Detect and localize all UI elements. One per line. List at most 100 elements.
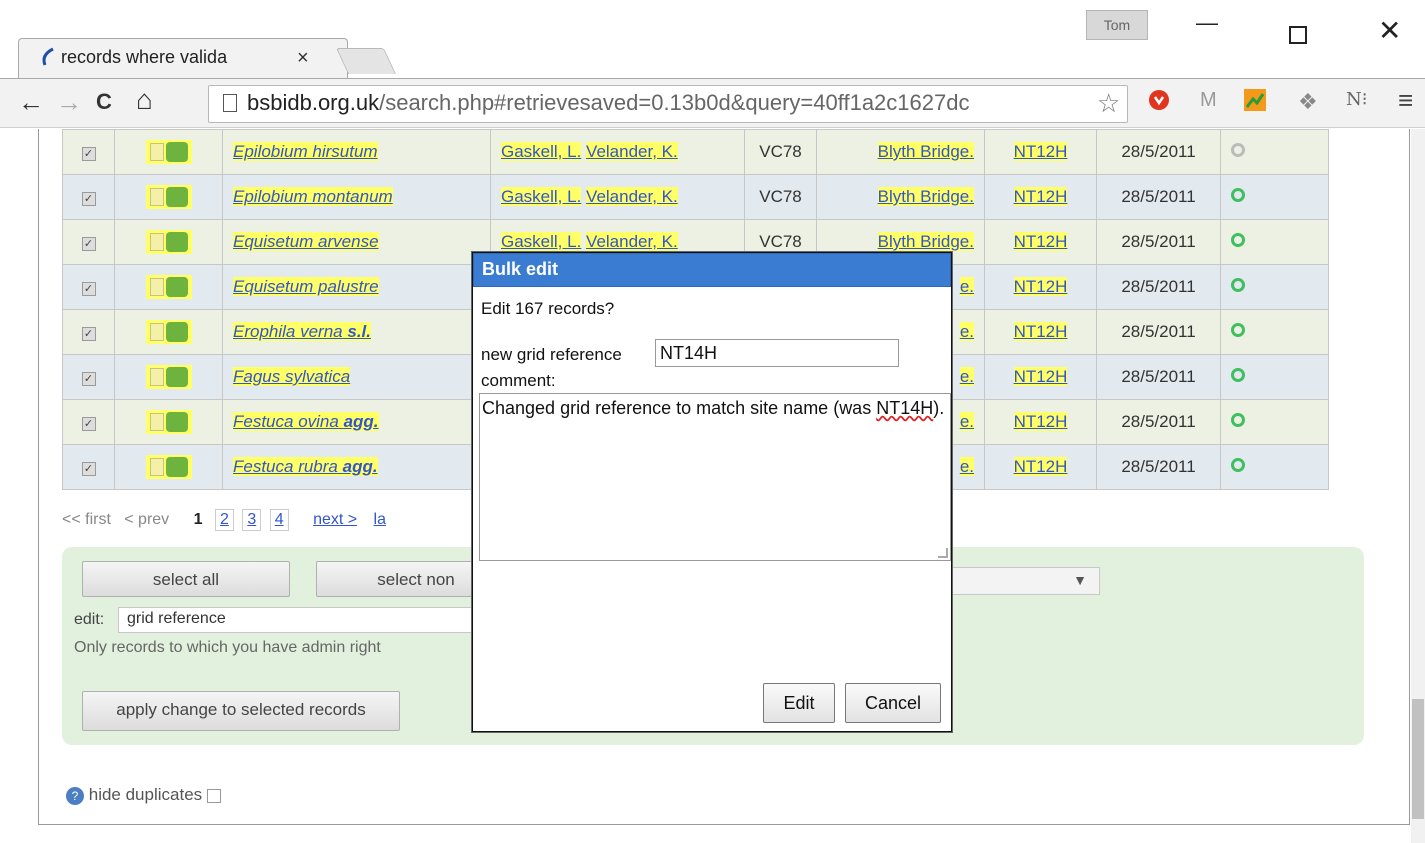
edit-record-icon[interactable] [165, 232, 188, 253]
window-close-icon[interactable]: ✕ [1378, 14, 1401, 47]
validation-status-icon[interactable] [1231, 368, 1245, 382]
grid-ref-link[interactable]: NT12H [1013, 187, 1068, 206]
row-checkbox[interactable]: ✓ [81, 327, 96, 341]
extension-note-icon[interactable]: N⁝ [1346, 89, 1367, 110]
grid-ref-link[interactable]: NT12H [1013, 457, 1068, 476]
scrollbar-thumb[interactable] [1412, 699, 1424, 819]
edit-record-icon[interactable] [165, 277, 188, 298]
pager-prev[interactable]: < prev [124, 511, 169, 528]
site-link[interactable]: Blyth Bridge. [877, 187, 974, 206]
forward-icon[interactable]: → [56, 87, 82, 118]
edit-record-icon[interactable] [165, 412, 188, 433]
record-details-icon[interactable] [149, 413, 164, 432]
record-details-icon[interactable] [149, 458, 164, 477]
validation-status-icon[interactable] [1231, 458, 1245, 472]
recorder-link[interactable]: Velander, K. [586, 232, 678, 251]
grid-reference-input[interactable] [655, 339, 899, 367]
grid-ref-link[interactable]: NT12H [1013, 322, 1068, 341]
site-link[interactable]: e. [959, 322, 974, 341]
site-link[interactable]: Blyth Bridge. [877, 142, 974, 161]
record-details-icon[interactable] [149, 368, 164, 387]
grid-ref-link[interactable]: NT12H [1013, 142, 1068, 161]
bookmark-star-icon[interactable]: ☆ [1097, 88, 1120, 119]
site-link[interactable]: e. [959, 277, 974, 296]
record-details-icon[interactable] [149, 143, 164, 162]
record-details-icon[interactable] [149, 323, 164, 342]
taxon-link[interactable]: Erophila verna s.l. [233, 322, 371, 341]
extension-dropbox-icon[interactable]: ❖ [1298, 89, 1318, 115]
site-link[interactable]: e. [959, 367, 974, 386]
taxon-link[interactable]: Fagus sylvatica [233, 367, 351, 386]
record-details-icon[interactable] [149, 233, 164, 252]
pager-next[interactable]: next > [313, 511, 357, 528]
edit-record-icon[interactable] [165, 142, 188, 163]
reload-icon[interactable]: C [96, 89, 112, 115]
edit-record-icon[interactable] [165, 457, 188, 478]
validation-status-icon[interactable] [1231, 188, 1245, 202]
grid-ref-link[interactable]: NT12H [1013, 412, 1068, 431]
select-all-button[interactable]: select all [82, 561, 290, 597]
grid-ref-link[interactable]: NT12H [1013, 232, 1068, 251]
extension-chart-icon[interactable] [1244, 89, 1266, 117]
maximize-icon[interactable] [1289, 26, 1307, 44]
edit-field-select[interactable]: grid reference [118, 607, 478, 633]
taxon-link[interactable]: Festuca rubra agg. [233, 457, 378, 476]
extension-gmail-icon[interactable]: M [1200, 89, 1217, 112]
tab-close-icon[interactable]: × [297, 47, 309, 70]
action-select[interactable]: ▼ [952, 567, 1100, 595]
row-checkbox[interactable]: ✓ [81, 282, 96, 296]
taxon-link[interactable]: Festuca ovina agg. [233, 412, 379, 431]
row-checkbox[interactable]: ✓ [81, 237, 96, 251]
recorder-link[interactable]: Gaskell, L. [501, 187, 582, 206]
pager-first[interactable]: << first [62, 511, 111, 528]
record-details-icon[interactable] [149, 188, 164, 207]
validation-status-icon[interactable] [1231, 143, 1245, 157]
validation-status-icon[interactable] [1231, 413, 1245, 427]
pager-page-2[interactable]: 2 [214, 509, 234, 531]
back-icon[interactable]: ← [18, 87, 44, 118]
taxon-link[interactable]: Equisetum arvense [233, 232, 379, 251]
validation-status-icon[interactable] [1231, 233, 1245, 247]
help-icon[interactable]: ? [66, 786, 84, 805]
edit-button[interactable]: Edit [763, 683, 835, 723]
taxon-link[interactable]: Equisetum palustre [233, 277, 379, 296]
browser-tab[interactable]: records where valida × [18, 38, 348, 78]
taxon-link[interactable]: Epilobium hirsutum [233, 142, 378, 161]
record-details-icon[interactable] [149, 278, 164, 297]
grid-ref-link[interactable]: NT12H [1013, 277, 1068, 296]
edit-record-icon[interactable] [165, 367, 188, 388]
site-link[interactable]: e. [959, 412, 974, 431]
site-link[interactable]: e. [959, 457, 974, 476]
extension-stop-icon[interactable] [1148, 89, 1170, 117]
profile-button[interactable]: Tom [1086, 10, 1148, 40]
menu-icon[interactable]: ≡ [1398, 85, 1413, 116]
minimize-icon[interactable]: — [1196, 10, 1218, 36]
taxon-link[interactable]: Epilobium montanum [233, 187, 393, 206]
row-checkbox[interactable]: ✓ [81, 462, 96, 476]
hide-duplicates-checkbox[interactable] [206, 788, 221, 803]
edit-record-icon[interactable] [165, 187, 188, 208]
recorder-link[interactable]: Velander, K. [586, 142, 678, 161]
pager-last[interactable]: la [374, 511, 386, 528]
comment-textarea[interactable]: Changed grid reference to match site nam… [479, 393, 951, 561]
recorder-link[interactable]: Gaskell, L. [501, 232, 582, 251]
pager-page-4[interactable]: 4 [269, 509, 289, 531]
validation-status-icon[interactable] [1231, 278, 1245, 292]
resize-grip-icon[interactable] [938, 548, 948, 558]
recorder-link[interactable]: Velander, K. [586, 187, 678, 206]
cancel-button[interactable]: Cancel [845, 683, 941, 723]
recorder-link[interactable]: Gaskell, L. [501, 142, 582, 161]
validation-status-icon[interactable] [1231, 323, 1245, 337]
home-icon[interactable]: ⌂ [136, 84, 153, 116]
apply-change-button[interactable]: apply change to selected records [82, 691, 400, 731]
row-checkbox[interactable]: ✓ [81, 192, 96, 206]
row-checkbox[interactable]: ✓ [81, 417, 96, 431]
address-bar[interactable]: bsbidb.org.uk/search.php#retrievesaved=0… [208, 85, 1128, 123]
scrollbar[interactable] [1411, 129, 1425, 843]
pager-page-3[interactable]: 3 [242, 509, 262, 531]
site-link[interactable]: Blyth Bridge. [877, 232, 974, 251]
grid-ref-link[interactable]: NT12H [1013, 367, 1068, 386]
edit-record-icon[interactable] [165, 322, 188, 343]
row-checkbox[interactable]: ✓ [81, 372, 96, 386]
row-checkbox[interactable]: ✓ [81, 147, 96, 161]
